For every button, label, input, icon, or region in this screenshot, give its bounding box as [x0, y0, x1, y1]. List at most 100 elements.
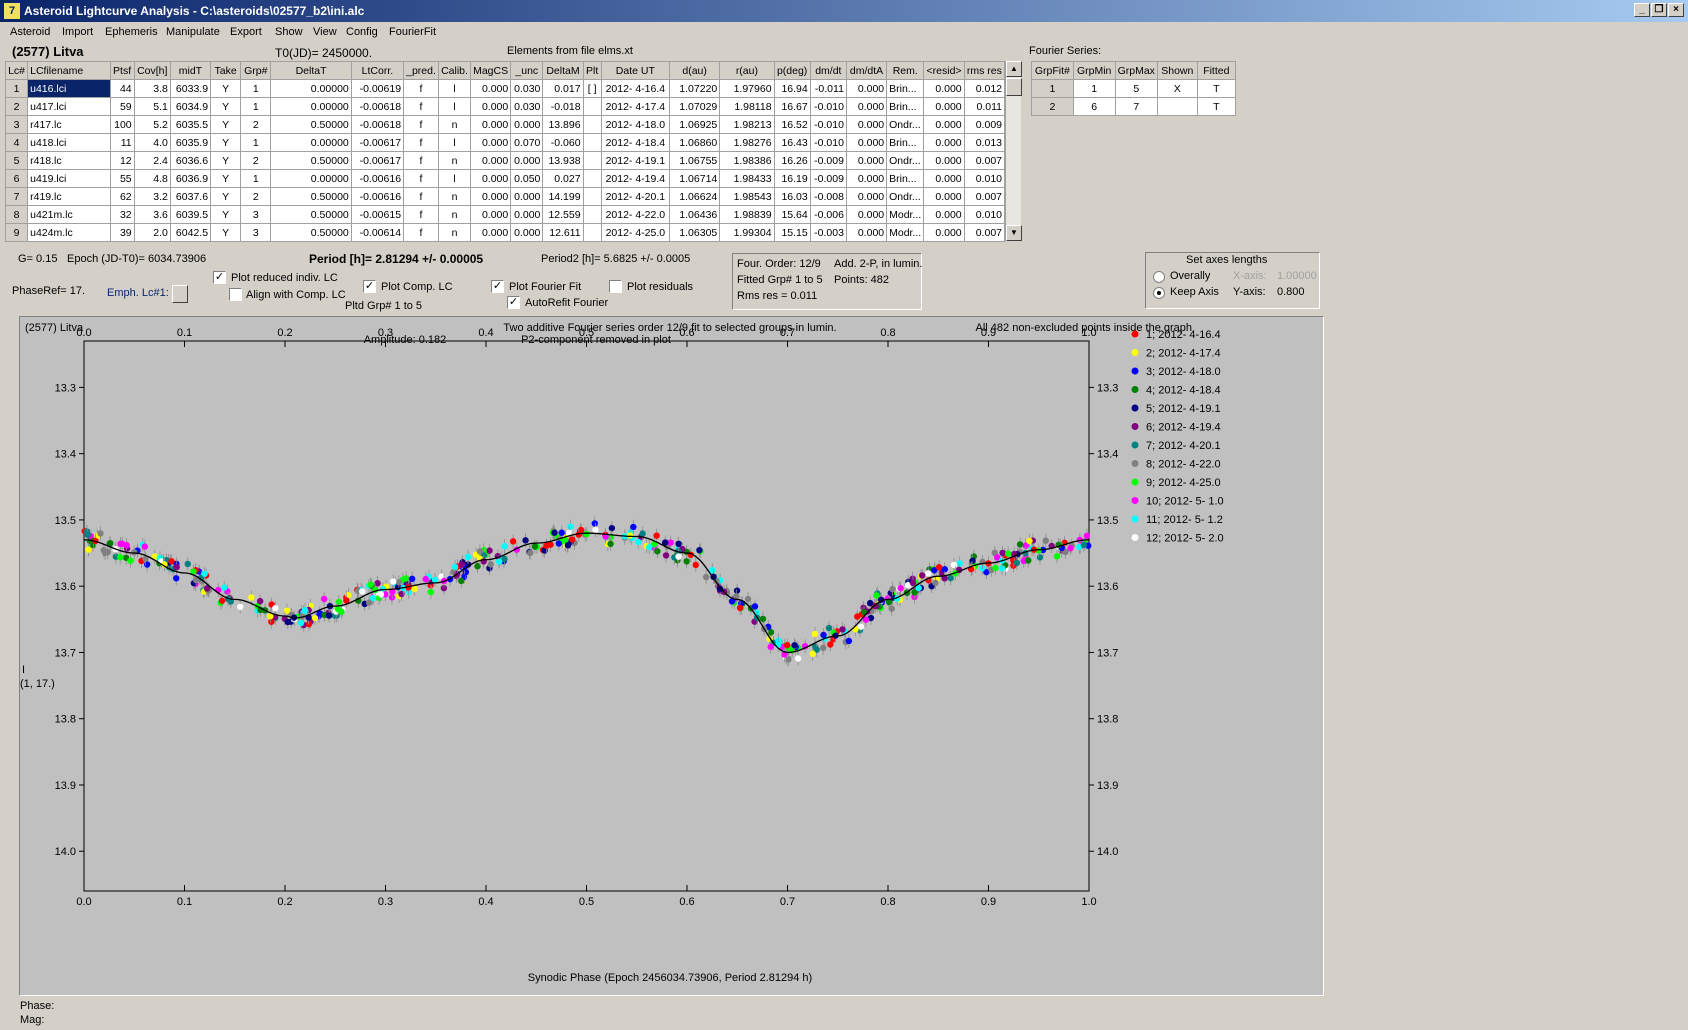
- col-header[interactable]: r(au): [719, 61, 775, 80]
- table-cell[interactable]: 0.007: [963, 223, 1006, 242]
- table-cell[interactable]: 0.000: [923, 169, 965, 188]
- table-cell[interactable]: 16.94: [773, 79, 811, 98]
- table-cell[interactable]: 0.000: [469, 97, 512, 116]
- table-cell[interactable]: 0.50000: [270, 187, 352, 206]
- menu-show[interactable]: Show: [275, 26, 303, 38]
- table-cell[interactable]: [582, 223, 602, 242]
- table-cell[interactable]: -0.010: [809, 115, 847, 134]
- table-cell[interactable]: 12.559: [542, 205, 584, 224]
- table-cell[interactable]: Y: [210, 97, 242, 116]
- table-cell[interactable]: 0.000: [469, 187, 512, 206]
- table-cell[interactable]: 0.012: [963, 79, 1006, 98]
- table-cell[interactable]: 0.000: [923, 133, 965, 152]
- table-cell[interactable]: 6035.5: [169, 115, 212, 134]
- table-cell[interactable]: Brin...: [886, 79, 925, 98]
- table-cell[interactable]: 4.0: [133, 133, 171, 152]
- table-cell[interactable]: f: [403, 205, 439, 224]
- table-cell[interactable]: -0.009: [809, 151, 847, 170]
- col-header[interactable]: dm/dt: [809, 61, 847, 80]
- table-cell[interactable]: l: [437, 133, 472, 152]
- table-cell[interactable]: 0.000: [923, 223, 965, 242]
- table-cell[interactable]: -0.009: [809, 169, 847, 188]
- table-cell[interactable]: 0.000: [469, 79, 512, 98]
- table-cell[interactable]: 39: [109, 223, 135, 242]
- table-cell[interactable]: f: [403, 223, 439, 242]
- table-cell[interactable]: 44: [109, 79, 135, 98]
- table-cell[interactable]: 15.64: [773, 205, 811, 224]
- table-cell[interactable]: [582, 115, 602, 134]
- table-cell[interactable]: -0.00616: [350, 187, 405, 206]
- emph-lc-spinner[interactable]: [172, 285, 188, 303]
- table-row[interactable]: 5 r418.lc 12 2.4 6036.6 Y 2 0.50000 -0.00617 f n 0.…: [4, 151, 1006, 170]
- table-cell[interactable]: 2: [1031, 97, 1074, 116]
- table-cell[interactable]: 12: [109, 151, 135, 170]
- table-cell[interactable]: r419.lc: [27, 187, 111, 206]
- table-cell[interactable]: 2012- 4-20.1: [600, 187, 671, 206]
- table-cell[interactable]: f: [403, 151, 439, 170]
- table-cell[interactable]: 1.98839: [719, 205, 775, 224]
- table-cell[interactable]: l: [437, 97, 472, 116]
- table-cell[interactable]: 0.050: [510, 169, 544, 188]
- table-cell[interactable]: [582, 133, 602, 152]
- table-cell[interactable]: 2012- 4-19.1: [600, 151, 671, 170]
- table-cell[interactable]: 1.06925: [669, 115, 721, 134]
- table-cell[interactable]: 6036.9: [169, 169, 212, 188]
- table-cell[interactable]: [582, 97, 602, 116]
- table-cell[interactable]: -0.010: [809, 133, 847, 152]
- table-cell[interactable]: u419.lci: [27, 169, 111, 188]
- table-cell[interactable]: Y: [210, 187, 242, 206]
- table-cell[interactable]: 0.000: [510, 187, 544, 206]
- table-cell[interactable]: 0.50000: [270, 223, 352, 242]
- fourier-series-table[interactable]: GrpFit# GrpMin GrpMax Shown Fitted 115XT…: [1031, 61, 1237, 116]
- col-header[interactable]: MagCS: [469, 61, 512, 80]
- table-cell[interactable]: 2012- 4-18.4: [600, 133, 671, 152]
- col-header[interactable]: Plt: [582, 61, 602, 80]
- table-cell[interactable]: -0.003: [809, 223, 847, 242]
- table-cell[interactable]: 16.19: [773, 169, 811, 188]
- table-cell[interactable]: 3: [240, 205, 272, 224]
- table-row[interactable]: 7 r419.lc 62 3.2 6037.6 Y 2 0.50000 -0.00616 f n 0.…: [4, 187, 1006, 206]
- table-cell[interactable]: f: [403, 133, 439, 152]
- table-cell[interactable]: 3: [4, 115, 29, 134]
- table-cell[interactable]: 11: [109, 133, 135, 152]
- table-cell[interactable]: Modr...: [886, 205, 925, 224]
- table-cell[interactable]: 7: [4, 187, 29, 206]
- col-header[interactable]: <resid>: [923, 61, 965, 80]
- col-header[interactable]: rms res: [963, 61, 1006, 80]
- table-cell[interactable]: r417.lc: [27, 115, 111, 134]
- col-header[interactable]: DeltaT: [270, 61, 352, 80]
- table-cell[interactable]: 2: [4, 97, 29, 116]
- col-header[interactable]: Lc#: [4, 61, 29, 80]
- table-cell[interactable]: 5.1: [133, 97, 171, 116]
- lightcurve-chart[interactable]: (2577) Litva Two additive Fourier series…: [20, 317, 1323, 995]
- table-cell[interactable]: Ondr...: [886, 151, 925, 170]
- table-cell[interactable]: 7: [1114, 97, 1158, 116]
- table-cell[interactable]: 2012- 4-19.4: [600, 169, 671, 188]
- table-cell[interactable]: Brin...: [886, 169, 925, 188]
- table-cell[interactable]: 0.010: [963, 205, 1006, 224]
- col-header[interactable]: GrpFit#: [1031, 61, 1074, 80]
- table-cell[interactable]: 1.98433: [719, 169, 775, 188]
- table-cell[interactable]: 2: [240, 151, 272, 170]
- table-cell[interactable]: u416.lci: [27, 79, 111, 98]
- col-header[interactable]: _unc: [510, 61, 544, 80]
- table-cell[interactable]: 0.000: [469, 169, 512, 188]
- table-cell[interactable]: -0.018: [542, 97, 584, 116]
- table-cell[interactable]: 2: [240, 187, 272, 206]
- table-cell[interactable]: 2012- 4-16.4: [600, 79, 671, 98]
- y-axis-value[interactable]: 0.800: [1277, 286, 1305, 298]
- table-cell[interactable]: 1: [240, 169, 272, 188]
- table-cell[interactable]: 3: [240, 223, 272, 242]
- col-header[interactable]: Date UT: [600, 61, 671, 80]
- table-cell[interactable]: 5.2: [133, 115, 171, 134]
- table-cell[interactable]: 0.000: [510, 223, 544, 242]
- table-cell[interactable]: 2012- 4-17.4: [600, 97, 671, 116]
- x-axis-value[interactable]: 1.00000: [1277, 270, 1317, 282]
- table-cell[interactable]: 62: [109, 187, 135, 206]
- table-cell[interactable]: 0.000: [845, 187, 888, 206]
- table-cell[interactable]: f: [403, 79, 439, 98]
- table-cell[interactable]: 0.000: [845, 223, 888, 242]
- table-cell[interactable]: 15.15: [773, 223, 811, 242]
- table-cell[interactable]: 16.43: [773, 133, 811, 152]
- table-cell[interactable]: -0.010: [809, 97, 847, 116]
